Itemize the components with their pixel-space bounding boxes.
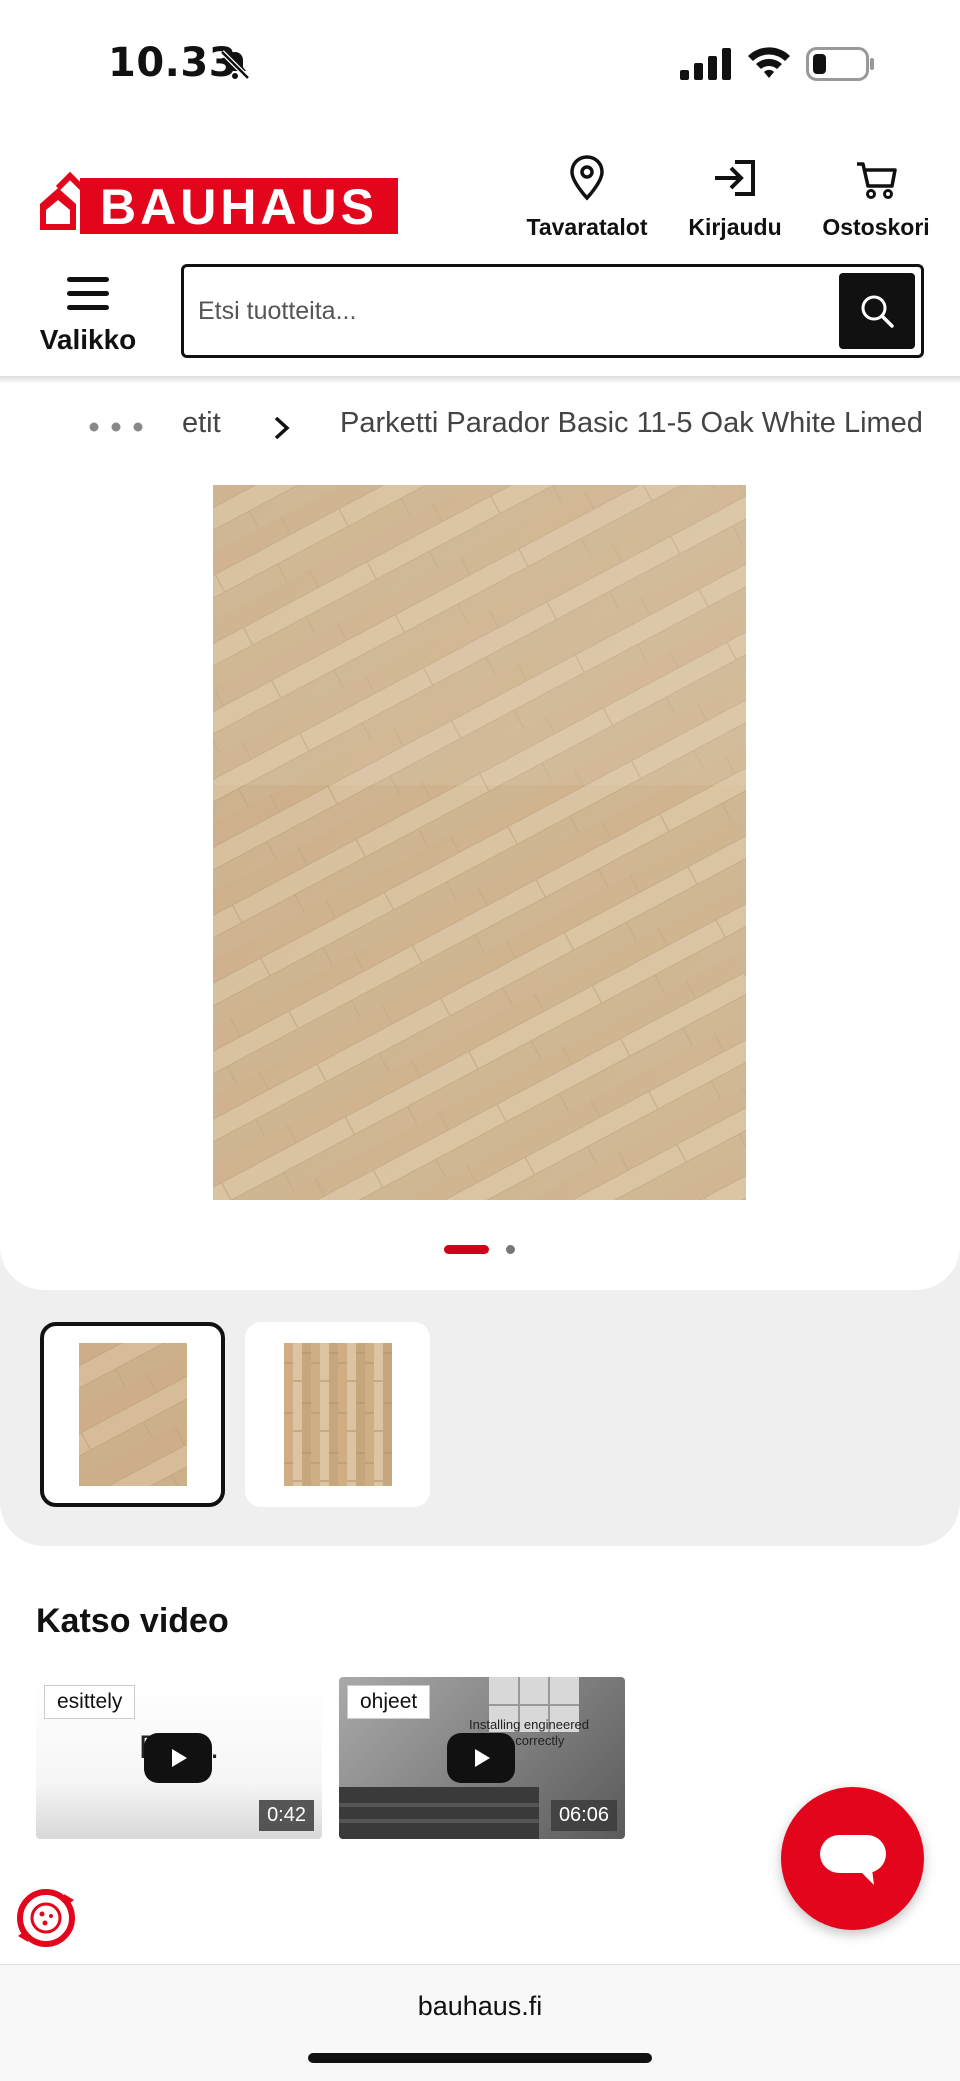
menu-label: Valikko — [39, 324, 137, 355]
stores-link[interactable]: Tavaratalot — [522, 154, 652, 241]
play-icon — [172, 1749, 187, 1767]
cart-icon — [857, 162, 897, 199]
cookie-settings-icon[interactable] — [14, 1886, 78, 1950]
search-input[interactable] — [198, 281, 818, 341]
logo-text: BAUHAUS — [100, 179, 378, 235]
chat-button[interactable] — [781, 1787, 924, 1930]
play-button[interactable] — [447, 1733, 515, 1783]
search-icon — [861, 295, 894, 328]
site-header: BAUHAUS Tavaratalot Kirjaudu Ostoskori V… — [0, 130, 960, 380]
search-button[interactable] — [839, 273, 915, 349]
video-tag: ohjeet — [347, 1685, 431, 1719]
video-card[interactable]: esittely Bui it. 0:42 — [36, 1677, 322, 1839]
status-bar: 10.33 — [0, 0, 960, 130]
thumbnail-2[interactable] — [245, 1322, 430, 1507]
menu-button[interactable]: Valikko — [28, 268, 148, 368]
video-duration: 06:06 — [550, 1800, 617, 1831]
header-divider — [0, 376, 960, 384]
cart-link[interactable]: Ostoskori — [812, 154, 940, 241]
chevron-right-icon — [274, 416, 290, 440]
stores-label: Tavaratalot — [526, 214, 648, 240]
gallery-dot[interactable] — [506, 1245, 515, 1254]
signal-icon — [680, 48, 731, 80]
wifi-icon — [748, 47, 790, 78]
play-icon — [475, 1749, 490, 1767]
home-indicator — [308, 2053, 652, 2063]
hamburger-menu-icon — [67, 277, 109, 310]
play-button[interactable] — [144, 1733, 212, 1783]
location-pin-icon — [570, 155, 604, 201]
login-icon — [715, 160, 755, 196]
battery-icon — [806, 47, 874, 81]
login-link[interactable]: Kirjaudu — [680, 154, 790, 241]
bell-off-icon — [220, 50, 250, 80]
chat-bubble-icon — [819, 1834, 886, 1885]
bauhaus-logo[interactable]: BAUHAUS — [36, 160, 402, 240]
thumbnail-1[interactable] — [40, 1322, 225, 1507]
video-card[interactable]: ohjeet Installing engineered flooring co… — [339, 1677, 625, 1839]
gallery-dot-active[interactable] — [444, 1245, 489, 1254]
breadcrumb-current: Parketti Parador Basic 11-5 Oak White Li… — [340, 407, 923, 439]
thumbnail-image — [283, 1343, 392, 1486]
thumbnail-image — [78, 1343, 187, 1486]
browser-url-bar[interactable]: bauhaus.fi — [0, 1964, 960, 2081]
breadcrumb: etit Parketti Parador Basic 11-5 Oak Whi… — [0, 395, 960, 465]
search-box — [181, 264, 924, 358]
video-tag: esittely — [44, 1685, 136, 1719]
cart-label: Ostoskori — [822, 214, 930, 240]
url-text: bauhaus.fi — [417, 1991, 543, 2021]
video-duration: 0:42 — [259, 1800, 314, 1831]
login-label: Kirjaudu — [688, 214, 782, 240]
videos-title: Katso video — [36, 1602, 229, 1640]
product-main-image[interactable] — [213, 485, 746, 1200]
breadcrumb-more-icon[interactable] — [86, 417, 146, 437]
breadcrumb-previous-link[interactable]: etit — [182, 407, 221, 440]
